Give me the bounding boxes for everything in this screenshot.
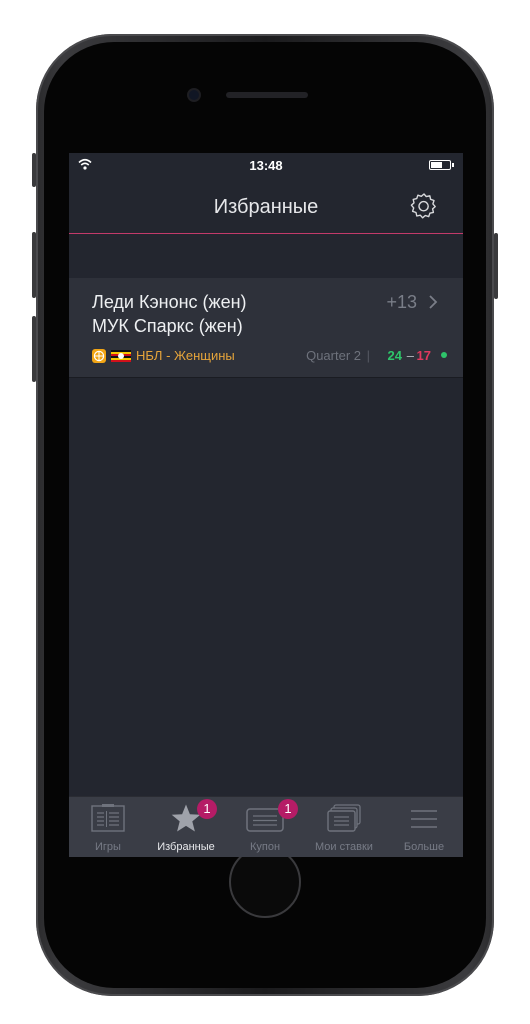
- chevron-right-icon: [429, 295, 438, 309]
- score-dash: –: [406, 348, 414, 363]
- tab-label: Больше: [403, 841, 445, 853]
- mute-switch: [32, 153, 36, 187]
- games-icon: [91, 804, 125, 832]
- tab-label: Избранные: [157, 841, 215, 853]
- tab-label: Купон: [249, 841, 281, 853]
- navigation-bar: Избранные: [69, 177, 463, 234]
- tab-games[interactable]: Игры: [69, 797, 147, 857]
- markets-count: +13: [386, 292, 417, 312]
- uganda-flag-icon: [111, 350, 131, 362]
- basketball-icon: [92, 349, 106, 363]
- tab-favorites[interactable]: 1 Избранные: [147, 797, 225, 857]
- match-period: Quarter 2: [306, 348, 361, 363]
- tab-more[interactable]: Больше: [385, 797, 463, 857]
- power-button: [494, 233, 498, 299]
- battery-icon: [429, 160, 454, 170]
- score-separator: |: [366, 348, 370, 363]
- app-screen: 13:48 Избранные Леди Кэнонс (жен) МУК Сп…: [69, 153, 463, 857]
- volume-down-button: [32, 316, 36, 382]
- gear-icon[interactable]: [409, 191, 439, 221]
- team-away-name: МУК Спаркс (жен): [92, 316, 243, 336]
- score-home: 24: [387, 348, 402, 363]
- page-title: Избранные: [213, 196, 319, 218]
- tab-my-bets[interactable]: Мои ставки: [305, 797, 383, 857]
- volume-up-button: [32, 232, 36, 298]
- tab-bar: Игры 1 Избранные 1 Купон Мои ставки Боль…: [69, 796, 463, 857]
- league-name: НБЛ - Женщины: [136, 348, 235, 363]
- live-indicator: [441, 352, 447, 358]
- score-away: 17: [416, 348, 431, 363]
- tab-label: Игры: [95, 841, 121, 853]
- menu-icon: [411, 810, 437, 828]
- event-meta-row: НБЛ - Женщины Quarter 2 | 24 – 17: [92, 348, 447, 364]
- tab-coupon[interactable]: 1 Купон: [226, 797, 304, 857]
- front-camera: [189, 90, 199, 100]
- status-time: 13:48: [249, 158, 283, 173]
- event-card[interactable]: Леди Кэнонс (жен) МУК Спаркс (жен) +13 Н…: [69, 278, 463, 378]
- my-bets-icon: [327, 804, 361, 832]
- coupon-badge: 1: [278, 799, 298, 819]
- tab-label: Мои ставки: [315, 841, 373, 853]
- favorites-badge: 1: [197, 799, 217, 819]
- team-home-name: Леди Кэнонс (жен): [92, 292, 247, 312]
- status-bar: 13:48: [69, 153, 463, 177]
- earpiece-speaker: [226, 92, 308, 98]
